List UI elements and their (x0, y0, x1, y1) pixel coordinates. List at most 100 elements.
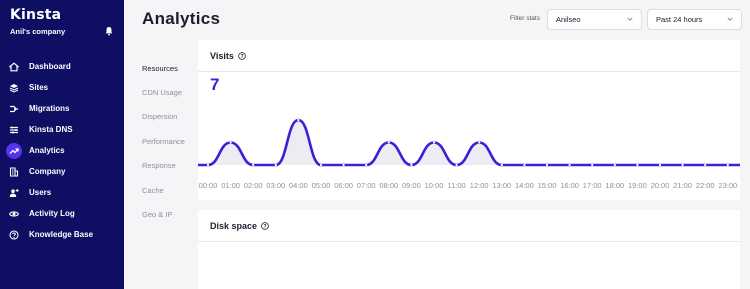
subnav-item-dispersion[interactable]: Dispersion (142, 105, 185, 129)
subnav-item-cache[interactable]: Cache (142, 178, 185, 202)
x-tick-label: 10:00 (424, 181, 444, 190)
info-icon[interactable]: ? (261, 222, 269, 230)
data-point[interactable] (726, 163, 729, 167)
disk-space-heading: Disk space ? (210, 221, 269, 231)
time-range-select[interactable]: Past 24 hours (647, 9, 742, 30)
dns-icon (8, 124, 20, 136)
building-icon (8, 166, 20, 178)
sidebar-item-dashboard[interactable]: Dashboard (0, 56, 124, 77)
migrate-icon (8, 103, 20, 115)
sidebar-item-label: Kinsta DNS (29, 125, 73, 134)
sidebar-item-analytics[interactable]: Analytics (0, 140, 124, 161)
x-tick-label: 19:00 (628, 181, 647, 190)
x-tick-label: 12:00 (469, 181, 489, 190)
sidebar-item-label: Company (29, 167, 66, 176)
x-tick-label: 23:00 (718, 181, 738, 190)
subnav-item-performance[interactable]: Performance (142, 129, 185, 153)
x-tick-label: 00:00 (198, 181, 218, 190)
site-select-value: Anilseo (556, 15, 581, 24)
sidebar-item-label: Knowledge Base (29, 230, 94, 239)
site-select[interactable]: Anilseo (547, 9, 642, 30)
sidebar-item-users[interactable]: Users (0, 182, 124, 203)
help-icon (8, 229, 20, 241)
disk-space-card: Disk space ? (198, 210, 740, 289)
x-tick-label: 16:00 (560, 181, 579, 190)
sidebar-item-label: Analytics (29, 146, 65, 155)
card-divider (198, 241, 740, 242)
time-range-value: Past 24 hours (656, 15, 703, 24)
add-user-icon (8, 187, 20, 199)
home-icon (8, 61, 20, 73)
sidebar-item-label: Users (29, 188, 52, 197)
x-tick-label: 09:00 (402, 181, 421, 190)
data-point[interactable] (387, 141, 390, 144)
sidebar-item-company[interactable]: Company (0, 161, 124, 182)
sidebar-nav: Dashboard Sites Migrations Kinsta DNS Analyt… (0, 56, 124, 245)
data-point[interactable] (206, 163, 210, 167)
data-point[interactable] (523, 163, 526, 167)
filter-stats-label: Filter stats (510, 15, 540, 22)
sidebar-item-label: Activity Log (29, 209, 75, 218)
sidebar-item-kinsta-dns[interactable]: Kinsta DNS (0, 119, 124, 140)
sidebar-item-sites[interactable]: Sites (0, 77, 124, 98)
subnav-item-response[interactable]: Response (142, 154, 185, 178)
x-tick-label: 17:00 (582, 181, 602, 190)
bell-icon[interactable] (104, 26, 114, 36)
page-title: Analytics (142, 9, 221, 28)
data-point[interactable] (568, 163, 571, 167)
x-tick-label: 15:00 (537, 181, 557, 190)
sidebar-item-migrations[interactable]: Migrations (0, 98, 124, 119)
x-tick-label: 08:00 (379, 181, 399, 190)
x-tick-label: 05:00 (311, 181, 331, 190)
data-point[interactable] (613, 163, 616, 167)
sidebar-item-activity-log[interactable]: Activity Log (0, 203, 124, 224)
data-point[interactable] (297, 118, 300, 122)
layers-icon (8, 82, 20, 94)
company-name[interactable]: Anil's company (10, 27, 65, 36)
data-point[interactable] (658, 163, 662, 167)
x-tick-label: 06:00 (334, 181, 353, 190)
data-point[interactable] (545, 163, 549, 167)
chevron-down-icon (727, 17, 733, 21)
x-tick-label: 22:00 (695, 181, 715, 190)
svg-text:?: ? (264, 224, 267, 230)
subnav-item-resources[interactable]: Resources (142, 56, 185, 80)
data-point[interactable] (252, 163, 255, 167)
visits-card: Visits ? 7 00:00 01:00 02:00 03:00 04:00 05:0… (198, 40, 740, 200)
x-tick-label: 04:00 (289, 181, 308, 190)
data-point[interactable] (365, 163, 368, 167)
x-tick-label: 14:00 (515, 181, 534, 190)
x-tick-label: 07:00 (356, 181, 376, 190)
sidebar: Kinsta Anil's company Dashboard Sites Migr… (0, 0, 124, 289)
data-point[interactable] (636, 163, 639, 167)
data-point[interactable] (342, 163, 345, 167)
sidebar-item-label: Dashboard (29, 62, 71, 71)
data-point[interactable] (500, 163, 503, 167)
sidebar-item-knowledge-base[interactable]: Knowledge Base (0, 224, 124, 245)
data-point[interactable] (410, 163, 413, 167)
disk-space-title: Disk space (210, 221, 258, 231)
data-point[interactable] (591, 163, 594, 167)
data-point[interactable] (432, 141, 436, 144)
data-point[interactable] (274, 163, 277, 167)
sidebar-item-label: Sites (29, 83, 49, 92)
subnav-item-geo-ip[interactable]: Geo & IP (142, 202, 185, 226)
eye-icon (8, 208, 20, 220)
x-tick-label: 20:00 (650, 181, 670, 190)
trend-icon (6, 142, 22, 159)
visits-chart[interactable] (198, 40, 740, 200)
x-tick-label: 11:00 (447, 181, 466, 190)
x-tick-label: 02:00 (243, 181, 263, 190)
x-tick-label: 21:00 (673, 181, 692, 190)
data-point[interactable] (319, 163, 323, 167)
data-point[interactable] (681, 163, 684, 167)
subnav-item-cdn-usage[interactable]: CDN Usage (142, 80, 185, 104)
data-point[interactable] (229, 141, 232, 144)
data-point[interactable] (455, 163, 458, 167)
analytics-subnav: Resources CDN Usage Dispersion Performance R… (142, 56, 185, 227)
kinsta-logo[interactable]: Kinsta (10, 7, 61, 23)
chevron-down-icon (627, 17, 633, 21)
data-point[interactable] (704, 163, 707, 167)
data-point[interactable] (478, 141, 481, 144)
visits-area (198, 120, 740, 165)
